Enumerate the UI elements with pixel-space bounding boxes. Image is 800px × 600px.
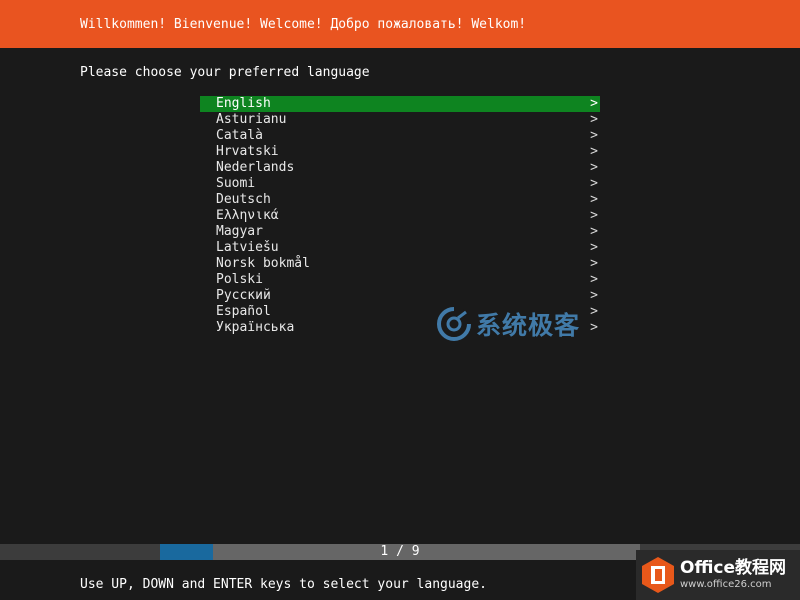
language-option-label: Hrvatski — [216, 144, 279, 159]
progress-step-label: 1 / 9 — [380, 544, 420, 559]
language-option-label: English — [216, 96, 271, 111]
keyboard-hint: Use UP, DOWN and ENTER keys to select yo… — [80, 577, 487, 592]
language-option-label: Asturianu — [216, 112, 287, 127]
watermark-logo-icon — [437, 306, 472, 341]
language-list: English > Asturianu > Català > Hrvatski > Nederl… — [200, 96, 600, 336]
language-option[interactable]: English > — [200, 96, 600, 112]
welcome-header-bar: Willkommen! Bienvenue! Welcome! Добро по… — [0, 0, 800, 48]
chevron-right-icon: > — [590, 128, 598, 143]
chevron-right-icon: > — [590, 192, 598, 207]
language-option[interactable]: Hrvatski > — [200, 144, 600, 160]
chevron-right-icon: > — [590, 224, 598, 239]
language-option-label: Nederlands — [216, 160, 295, 175]
language-option-label: Polski — [216, 272, 263, 287]
watermark-text: 系统极客 — [476, 311, 581, 340]
office-logo-icon — [642, 557, 674, 593]
language-option-label: Ελληνικά — [216, 208, 279, 223]
language-option-label: Українська — [216, 320, 295, 335]
language-option[interactable]: Magyar > — [200, 224, 600, 240]
chevron-right-icon: > — [590, 176, 598, 191]
language-option[interactable]: Русский > — [200, 288, 600, 304]
language-option[interactable]: Deutsch > — [200, 192, 600, 208]
language-option[interactable]: Latviešu > — [200, 240, 600, 256]
language-option[interactable]: Suomi > — [200, 176, 600, 192]
chevron-right-icon: > — [590, 160, 598, 175]
chevron-right-icon: > — [590, 288, 598, 303]
language-option[interactable]: Català > — [200, 128, 600, 144]
language-option-label: Latviešu — [216, 240, 279, 255]
language-option[interactable]: Asturianu > — [200, 112, 600, 128]
chevron-right-icon: > — [590, 112, 598, 127]
office-url-text: www.office26.com — [680, 579, 772, 590]
language-option-label: Deutsch — [216, 192, 271, 207]
chevron-right-icon: > — [590, 304, 598, 319]
install-progress-bar: 1 / 9 — [160, 544, 640, 560]
chevron-right-icon: > — [590, 144, 598, 159]
chevron-right-icon: > — [590, 96, 598, 111]
language-option[interactable]: Norsk bokmål > — [200, 256, 600, 272]
site-watermark: 系统极客 — [436, 306, 580, 342]
language-option[interactable]: Ελληνικά > — [200, 208, 600, 224]
office-brand-text: Office教程网 — [680, 558, 787, 578]
language-option-label: Suomi — [216, 176, 256, 191]
chevron-right-icon: > — [590, 272, 598, 287]
language-option-label: Magyar — [216, 224, 263, 239]
language-prompt: Please choose your preferred language — [80, 65, 370, 80]
office-watermark: Office教程网 www.office26.com — [636, 550, 800, 600]
language-option-label: Español — [216, 304, 271, 319]
language-option[interactable]: Nederlands > — [200, 160, 600, 176]
language-option-label: Català — [216, 128, 263, 143]
language-option-label: Русский — [216, 288, 271, 303]
welcome-title: Willkommen! Bienvenue! Welcome! Добро по… — [80, 17, 527, 32]
chevron-right-icon: > — [590, 256, 598, 271]
chevron-right-icon: > — [590, 208, 598, 223]
language-option[interactable]: Polski > — [200, 272, 600, 288]
chevron-right-icon: > — [590, 240, 598, 255]
chevron-right-icon: > — [590, 320, 598, 335]
language-option-label: Norsk bokmål — [216, 256, 310, 271]
